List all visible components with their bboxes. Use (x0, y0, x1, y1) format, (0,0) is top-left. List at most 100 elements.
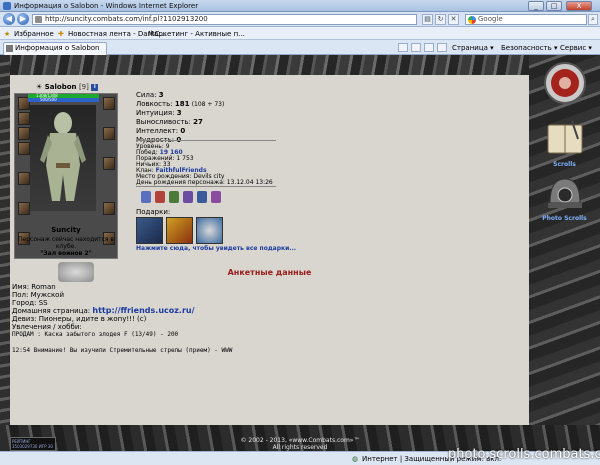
stat-agility: Ловкость: 181 (108 + 73) (136, 100, 225, 108)
left-frame-border (0, 55, 10, 451)
location-text: Персонаж сейчас находится в клубе. "Зал … (14, 236, 118, 257)
stats-list: Сила: 3 Ловкость: 181 (108 + 73) Интуици… (136, 91, 224, 145)
anket-hobby: ПРОДАМ : Каска забытого злодея F (13/49)… (12, 331, 179, 338)
badge-4-icon[interactable] (183, 191, 193, 203)
stat-strength: Сила: 3 (136, 91, 164, 99)
add-favorite-icon[interactable]: ✚ (58, 30, 64, 38)
character-header: ☀ Salobon [9] i (36, 83, 99, 91)
stats-divider (136, 140, 276, 141)
close-button[interactable]: X (566, 1, 592, 11)
maximize-button[interactable]: □ (546, 1, 562, 11)
print-icon[interactable] (437, 43, 447, 52)
anket-sex: Пол: Мужской (12, 291, 65, 299)
gloves-slot-icon[interactable] (103, 97, 115, 110)
gifts-label: Подарки: (136, 208, 171, 216)
gift-1-icon[interactable] (136, 217, 163, 244)
back-button[interactable]: ◀ (3, 13, 15, 25)
address-input[interactable]: http://suncity.combats.com/inf.pl?110291… (32, 14, 417, 25)
armor-slot-icon[interactable] (18, 172, 30, 185)
homepage-link[interactable]: http://ffriends.ucoz.ru/ (92, 306, 194, 315)
watermark: photo.scrolls.combats.com (448, 447, 600, 462)
home-icon[interactable] (398, 43, 408, 52)
leggings-slot-icon[interactable] (103, 202, 115, 215)
favorite-link-2[interactable]: Маркетинг - Активные п... (148, 30, 245, 38)
tab-label: Информация о Salobon (15, 44, 100, 52)
shield-slot-icon[interactable] (103, 127, 115, 140)
system-message: 12:54 Внимание! Вы изучили Стремительные… (12, 347, 233, 354)
stat-endurance: Выносливость: 27 (136, 118, 203, 126)
tab-bar: Информация о Salobon Страница ▾ Безопасн… (0, 40, 600, 55)
ie-icon (3, 2, 11, 10)
info-divider (136, 186, 276, 187)
bow-slot-icon[interactable] (103, 157, 115, 170)
anket-homepage: Домашняя страница: http://ffriends.ucoz.… (12, 306, 195, 316)
compat-view-icon[interactable]: ▤ (422, 14, 433, 25)
character-info: Уровень: 9 Побед: 19 160 Поражений: 1 75… (136, 144, 273, 186)
tools-menu[interactable]: Сервис ▾ (560, 44, 592, 52)
photo-scrolls-item[interactable]: Photo Scrolls (529, 173, 600, 222)
right-sidebar (529, 55, 600, 425)
globe-icon: ◍ (352, 455, 359, 463)
badge-3-icon[interactable] (169, 191, 179, 203)
scroll-book-icon (547, 120, 582, 154)
safety-menu[interactable]: Безопасность ▾ (501, 44, 557, 52)
anket-details: Имя: Roman Пол: Мужской Город: SS Домашн… (12, 283, 195, 339)
favorites-button[interactable]: Избранное (14, 30, 54, 38)
rating-counter[interactable]: РЕЙТИНГ 3503029730 ИГР 30 (10, 437, 56, 451)
scrolls-link[interactable]: Scrolls (529, 161, 600, 168)
scrolls-item[interactable]: Scrolls (529, 119, 600, 168)
page-favicon-icon (35, 16, 42, 23)
character-level: [9] (78, 83, 89, 91)
mail-icon[interactable] (424, 43, 434, 52)
rights-text: All rights reserved (272, 444, 328, 451)
mana-bar: 500/500 (28, 97, 99, 102)
refresh-icon[interactable]: ↻ (435, 14, 446, 25)
address-bar-row: ◀ ▶ http://suncity.combats.com/inf.pl?11… (0, 12, 600, 27)
info-flag-icon[interactable]: i (91, 83, 99, 91)
footer-copyright: © 2002 - 2013, «www.Combats.com»™ All ri… (200, 437, 400, 451)
badge-5-icon[interactable] (197, 191, 207, 203)
all-gifts-link[interactable]: Нажмите сюда, чтобы увидеть все подарки.… (136, 245, 296, 252)
google-icon (468, 16, 476, 24)
gift-2-icon[interactable] (166, 217, 193, 244)
anket-hobby-label: Увлечения / хобби: (12, 323, 82, 331)
gift-3-icon[interactable] (196, 217, 223, 244)
browser-window: Информация о Salobon - Windows Internet … (0, 0, 600, 465)
tab-info-salobon[interactable]: Информация о Salobon (3, 42, 107, 55)
url-text: http://suncity.combats.com/inf.pl?110291… (45, 15, 208, 23)
photo-scrolls-link[interactable]: Photo Scrolls (529, 215, 600, 222)
badge-2-icon[interactable] (155, 191, 165, 203)
forward-button[interactable]: ▶ (17, 13, 29, 25)
mana-text: 500/500 (40, 97, 57, 102)
belt-slot-icon[interactable] (18, 202, 30, 215)
copyright-text: © 2002 - 2013, «www.Combats.com»™ (240, 437, 360, 444)
star-icon: ★ (4, 30, 11, 38)
minimize-button[interactable]: _ (528, 1, 544, 11)
stat-intellect: Интеллект: 0 (136, 127, 186, 135)
clan-sign-icon: ☀ (36, 83, 43, 91)
stat-intuition: Интуиция: 3 (136, 109, 182, 117)
search-placeholder: Google (478, 15, 503, 23)
title-bar: Информация о Salobon - Windows Internet … (0, 0, 600, 12)
search-button-icon[interactable]: ⌕ (588, 14, 598, 25)
earring-slot-icon[interactable] (18, 112, 30, 125)
search-input[interactable]: Google (465, 14, 587, 25)
badge-6-icon[interactable] (211, 191, 221, 203)
amulet-slot-icon[interactable] (18, 127, 30, 140)
badge-1-icon[interactable] (141, 191, 151, 203)
fight-emblem-item[interactable] (529, 61, 600, 107)
stop-icon[interactable]: ✕ (448, 14, 459, 25)
location-room: "Зал воинов 2" (40, 250, 92, 257)
top-frame-border (0, 55, 600, 75)
fist-emblem-icon (543, 62, 586, 104)
feeds-icon[interactable] (411, 43, 421, 52)
warrior-figure-icon (40, 112, 86, 201)
page-content: ☀ Salobon [9] i 1308/1308 500/500 Suncit… (0, 55, 600, 451)
favorites-bar: ★ Избранное ✚ Новостная лента - DarkC...… (0, 27, 600, 40)
character-name: Salobon (44, 83, 77, 91)
weapon-slot-icon[interactable] (18, 142, 30, 155)
window-title: Информация о Salobon - Windows Internet … (14, 2, 199, 10)
character-figure[interactable] (30, 105, 96, 211)
page-menu[interactable]: Страница ▾ (452, 44, 494, 52)
camera-helmet-icon (547, 178, 582, 208)
